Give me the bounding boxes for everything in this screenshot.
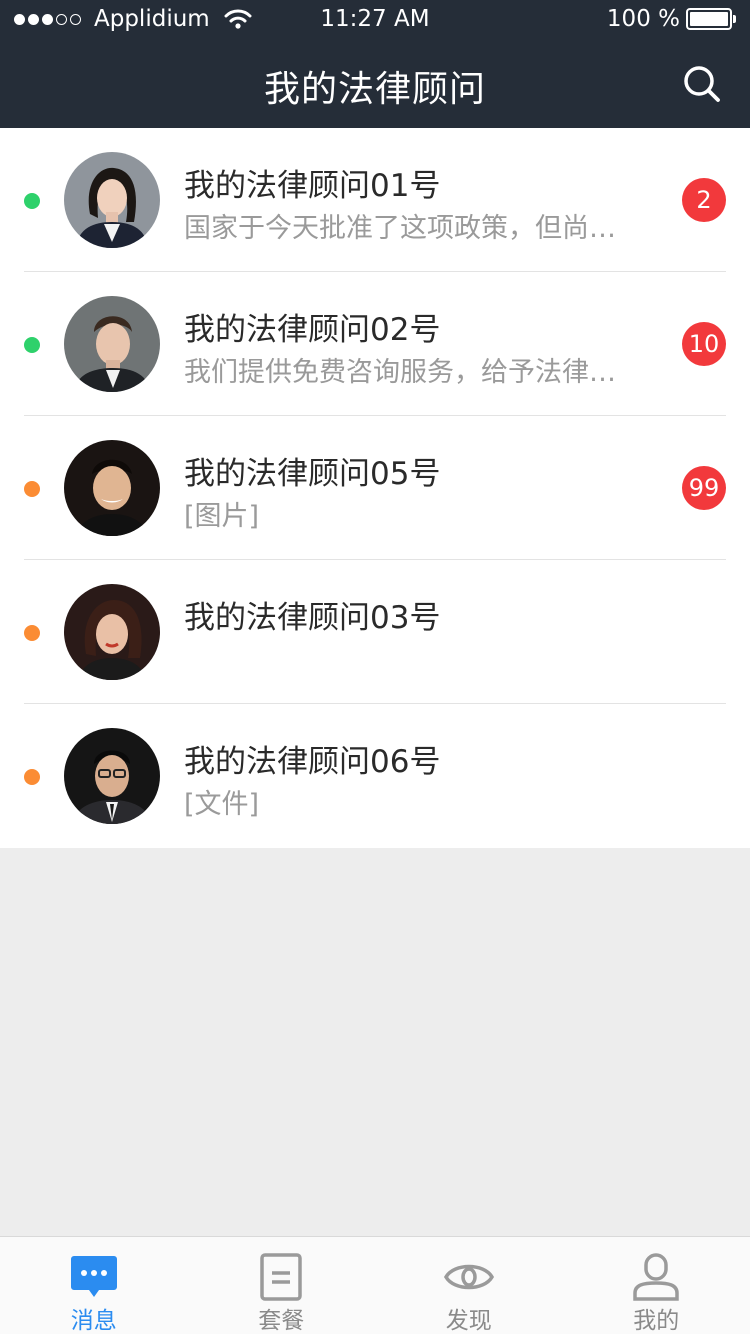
conversation-preview: 我们提供免费咨询服务，给予法律建议和帮助 <box>184 357 634 388</box>
tab-me[interactable]: 我的 <box>563 1237 750 1334</box>
person-icon <box>633 1253 679 1301</box>
tab-messages[interactable]: 消息 <box>0 1237 188 1334</box>
conversation-name: 我的法律顾问06号 <box>184 744 441 780</box>
conversation-row[interactable]: 我的法律顾问05号 [图片] 99 <box>0 416 750 560</box>
conversation-preview: [文件] <box>184 789 260 820</box>
conversation-list: 我的法律顾问01号 国家于今天批准了这项政策，但尚未公布具体细则 2 我的法律顾… <box>0 128 750 848</box>
conversation-name: 我的法律顾问01号 <box>184 168 441 204</box>
tab-packages[interactable]: 套餐 <box>188 1237 376 1334</box>
conversation-preview: [图片] <box>184 501 260 532</box>
tab-discover[interactable]: 发现 <box>375 1237 563 1334</box>
app-header: Applidium 11:27 AM 100 % 我的法律顾问 <box>0 0 750 128</box>
online-status-dot <box>24 337 40 353</box>
tab-label: 我的 <box>633 1308 680 1334</box>
search-icon[interactable] <box>682 64 722 104</box>
eye-icon <box>443 1264 494 1290</box>
avatar <box>64 296 160 392</box>
document-icon <box>260 1253 302 1301</box>
conversation-row[interactable]: 我的法律顾问03号 <box>0 560 750 704</box>
conversation-name: 我的法律顾问05号 <box>184 456 441 492</box>
away-status-dot <box>24 769 40 785</box>
unread-badge: 99 <box>682 466 726 510</box>
page-title: 我的法律顾问 <box>263 69 486 110</box>
conversation-row[interactable]: 我的法律顾问02号 我们提供免费咨询服务，给予法律建议和帮助 10 <box>0 272 750 416</box>
avatar <box>64 584 160 680</box>
online-status-dot <box>24 193 40 209</box>
tab-bar: 消息 套餐 发现 我的 <box>0 1236 750 1334</box>
tab-label: 套餐 <box>258 1308 305 1334</box>
battery-icon <box>686 8 736 30</box>
conversation-name: 我的法律顾问02号 <box>184 312 441 348</box>
unread-badge: 10 <box>682 322 726 366</box>
conversation-row[interactable]: 我的法律顾问06号 [文件] <box>0 704 750 848</box>
conversation-preview: 国家于今天批准了这项政策，但尚未公布具体细则 <box>184 213 634 244</box>
battery-percent: 100 % <box>606 6 680 32</box>
avatar <box>64 728 160 824</box>
away-status-dot <box>24 481 40 497</box>
status-bar: Applidium 11:27 AM 100 % <box>0 0 750 40</box>
unread-badge: 2 <box>682 178 726 222</box>
away-status-dot <box>24 625 40 641</box>
conversation-name: 我的法律顾问03号 <box>184 600 441 636</box>
tab-label: 发现 <box>445 1308 492 1334</box>
tab-label: 消息 <box>70 1308 117 1334</box>
avatar <box>64 152 160 248</box>
message-icon <box>70 1256 117 1297</box>
avatar <box>64 440 160 536</box>
conversation-row[interactable]: 我的法律顾问01号 国家于今天批准了这项政策，但尚未公布具体细则 2 <box>0 128 750 272</box>
